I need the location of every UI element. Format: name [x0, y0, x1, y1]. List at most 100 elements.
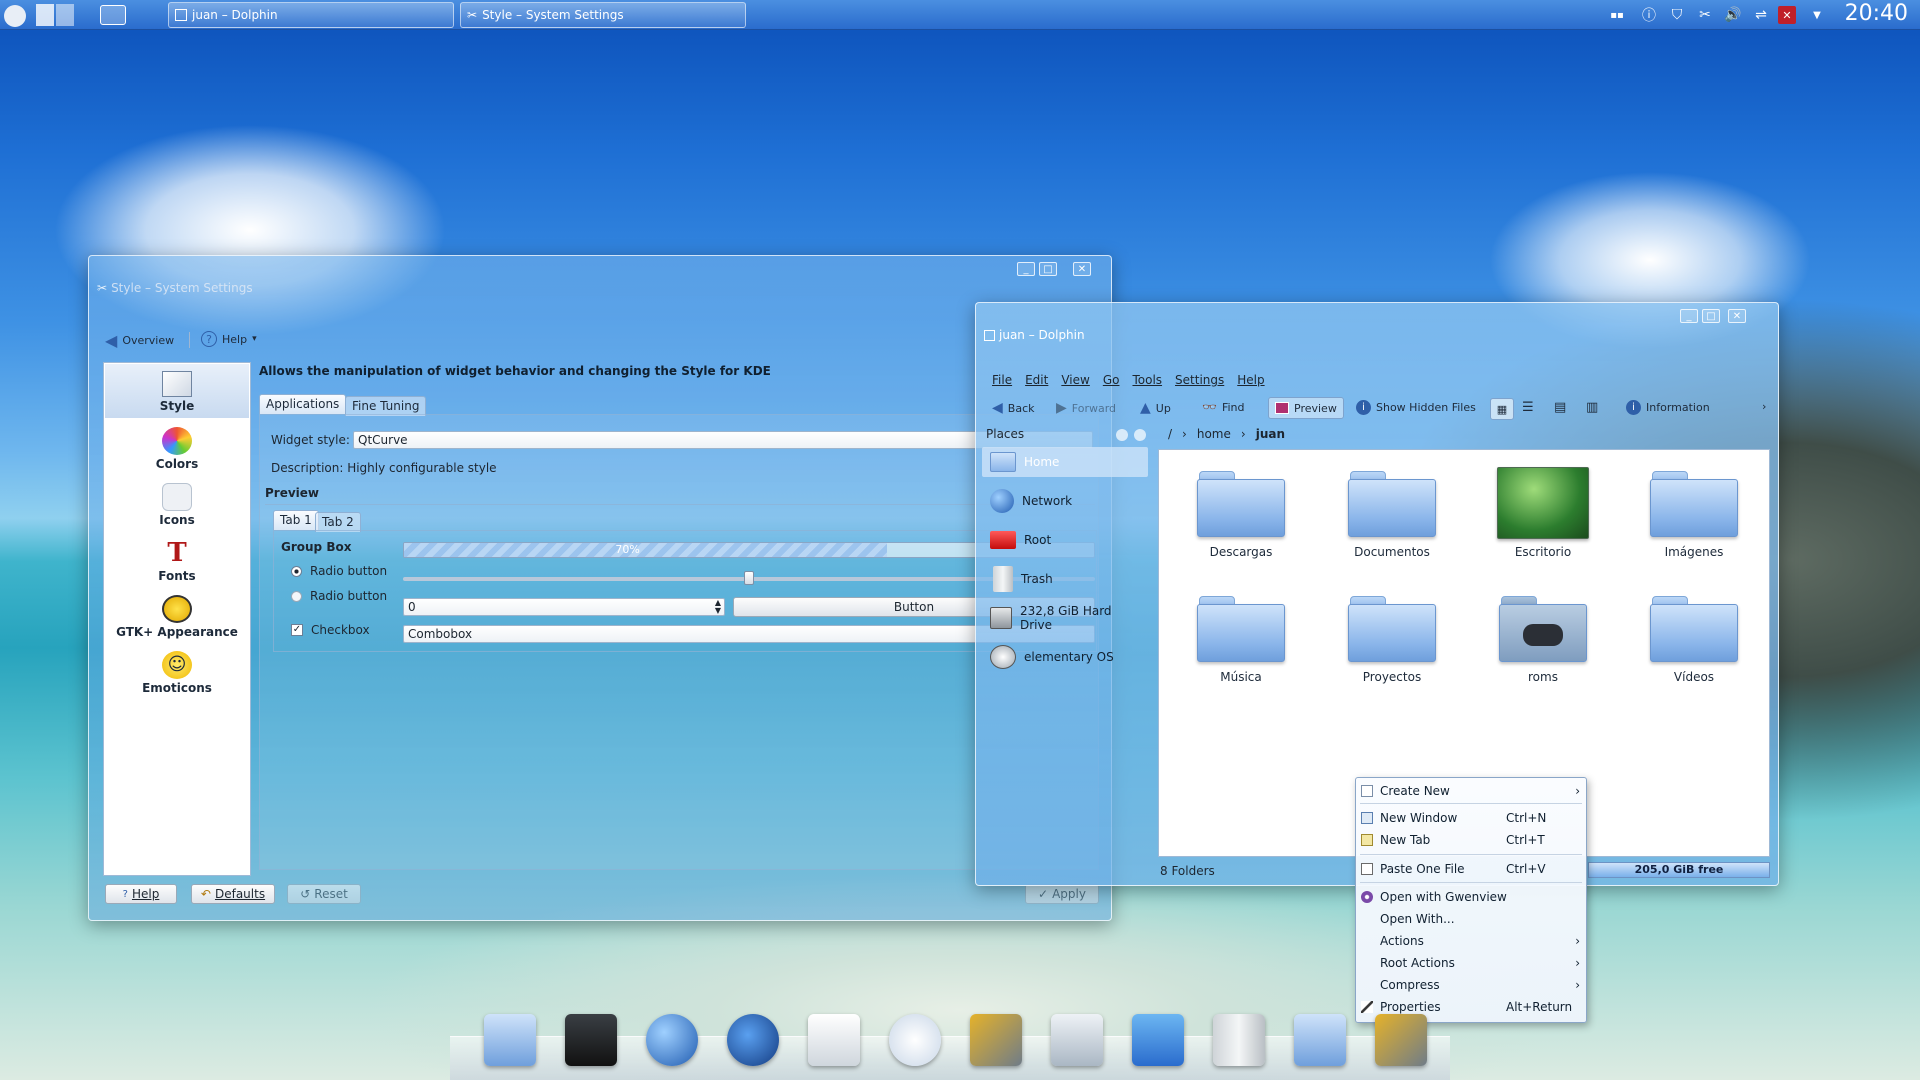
- trash-icon[interactable]: [1207, 1008, 1271, 1072]
- folder-descargas[interactable]: Descargas: [1176, 467, 1306, 559]
- help-menu-button[interactable]: ? Help ▾: [201, 331, 257, 347]
- menu-help[interactable]: Help: [1237, 373, 1264, 387]
- category-gtk[interactable]: GTK+ Appearance: [104, 595, 250, 639]
- preview-toggle-button[interactable]: Preview: [1268, 397, 1344, 419]
- dolphin-maximize-button[interactable]: □: [1702, 309, 1720, 323]
- show-hidden-button[interactable]: i Show Hidden Files: [1356, 400, 1476, 415]
- tab-applications[interactable]: Applications: [259, 394, 347, 414]
- view-compact-button[interactable]: ☰: [1522, 400, 1534, 415]
- view-details-button[interactable]: ▤: [1554, 400, 1566, 415]
- back-button[interactable]: ◀ Back: [992, 400, 1035, 416]
- find-button[interactable]: 👓 Find: [1202, 400, 1245, 414]
- places-float-icon[interactable]: [1116, 429, 1128, 441]
- menu-new-window[interactable]: New Window Ctrl+N: [1356, 809, 1586, 827]
- help-button[interactable]: ? Help: [105, 884, 177, 904]
- klipper-icon[interactable]: ✂: [1696, 6, 1714, 24]
- dolphin-close-button[interactable]: ✕: [1728, 309, 1746, 323]
- up-button[interactable]: ▲ Up: [1140, 400, 1171, 416]
- usb-icon[interactable]: ⇌: [1752, 6, 1770, 24]
- place-home[interactable]: Home: [990, 447, 1126, 477]
- breadcrumb-root[interactable]: /: [1168, 427, 1172, 441]
- kde-eagle-icon[interactable]: [721, 1008, 785, 1072]
- category-fonts[interactable]: T Fonts: [104, 539, 250, 583]
- breadcrumb-home[interactable]: home: [1197, 427, 1231, 441]
- menu-paste[interactable]: Paste One File Ctrl+V: [1356, 860, 1586, 878]
- place-hard-drive[interactable]: 232,8 GiB Hard Drive: [990, 603, 1126, 633]
- file-cabinet-icon[interactable]: [1288, 1008, 1352, 1072]
- task-settings[interactable]: ✂ Style – System Settings: [460, 2, 746, 28]
- settings-tools-icon[interactable]: [1369, 1008, 1433, 1072]
- spinbox[interactable]: 0 ▲ ▼: [403, 598, 725, 616]
- menu-tools[interactable]: Tools: [1132, 373, 1162, 387]
- minimize-button[interactable]: _: [1017, 262, 1035, 276]
- menu-root-actions[interactable]: Root Actions ›: [1356, 954, 1586, 972]
- cursor-icon[interactable]: [1126, 1008, 1190, 1072]
- clock[interactable]: 20:40: [1845, 1, 1908, 26]
- folder-proyectos[interactable]: Proyectos: [1327, 592, 1457, 684]
- terminal-icon[interactable]: [559, 1008, 623, 1072]
- menu-open-with[interactable]: Open With...: [1356, 910, 1586, 928]
- menu-settings[interactable]: Settings: [1175, 373, 1224, 387]
- home-folder-icon[interactable]: [478, 1008, 542, 1072]
- place-trash[interactable]: Trash: [990, 564, 1126, 594]
- kde-menu-icon[interactable]: [4, 5, 26, 27]
- power-icon[interactable]: ✕: [1778, 6, 1796, 24]
- system-tools-icon[interactable]: [964, 1008, 1028, 1072]
- window-settings-icon[interactable]: [1045, 1008, 1109, 1072]
- tray-expand-icon[interactable]: ▼: [1808, 6, 1826, 24]
- category-icons[interactable]: Icons: [104, 483, 250, 527]
- menu-go[interactable]: Go: [1103, 373, 1120, 387]
- rekonq-icon[interactable]: [883, 1008, 947, 1072]
- preview-tab-2[interactable]: Tab 2: [315, 512, 361, 532]
- shield-icon[interactable]: ⛉: [1668, 6, 1686, 24]
- place-elementary[interactable]: elementary OS: [990, 642, 1126, 672]
- network-monitor-icon[interactable]: ▪▪: [1608, 6, 1626, 24]
- overview-button[interactable]: ◀ Overview: [105, 331, 174, 350]
- text-editor-icon[interactable]: [802, 1008, 866, 1072]
- radio-button-2[interactable]: Radio button: [291, 589, 387, 603]
- radio-button-1[interactable]: Radio button: [291, 564, 387, 578]
- menu-actions[interactable]: Actions ›: [1356, 932, 1586, 950]
- folder-documentos[interactable]: Documentos: [1327, 467, 1457, 559]
- place-network[interactable]: Network: [990, 486, 1126, 516]
- folder-videos[interactable]: Vídeos: [1629, 592, 1759, 684]
- places-close-icon[interactable]: [1134, 429, 1146, 441]
- globe-icon[interactable]: [640, 1008, 704, 1072]
- slider-handle[interactable]: [744, 571, 754, 585]
- view-columns-button[interactable]: ▥: [1586, 400, 1598, 415]
- home-icon[interactable]: [100, 5, 126, 25]
- apply-button[interactable]: ✓ Apply: [1025, 884, 1099, 904]
- preview-tab-1[interactable]: Tab 1: [273, 510, 319, 530]
- dolphin-minimize-button[interactable]: _: [1680, 309, 1698, 323]
- maximize-button[interactable]: □: [1039, 262, 1057, 276]
- info-icon[interactable]: ⓘ: [1640, 6, 1658, 24]
- menu-view[interactable]: View: [1061, 373, 1089, 387]
- breadcrumb-juan[interactable]: juan: [1256, 427, 1285, 441]
- menu-open-gwenview[interactable]: Open with Gwenview: [1356, 888, 1586, 906]
- information-button[interactable]: i Information: [1626, 400, 1710, 415]
- defaults-button[interactable]: ↶ Defaults: [191, 884, 275, 904]
- task-dolphin[interactable]: juan – Dolphin: [168, 2, 454, 28]
- folder-roms[interactable]: roms: [1478, 592, 1608, 684]
- spinbox-arrows-icon[interactable]: ▲ ▼: [715, 599, 721, 615]
- category-style[interactable]: Style: [104, 371, 250, 413]
- menu-file[interactable]: File: [992, 373, 1012, 387]
- checkbox[interactable]: ✓ Checkbox: [291, 623, 370, 637]
- folder-escritorio[interactable]: Escritorio: [1478, 467, 1608, 559]
- folder-musica[interactable]: Música: [1176, 592, 1306, 684]
- place-root[interactable]: Root: [990, 525, 1126, 555]
- menu-create-new[interactable]: Create New ›: [1356, 782, 1586, 800]
- category-colors[interactable]: Colors: [104, 427, 250, 471]
- view-icons-button[interactable]: ▦: [1490, 398, 1514, 420]
- forward-button[interactable]: ▶ Forward: [1056, 400, 1116, 416]
- tab-fine-tuning[interactable]: Fine Tuning: [345, 396, 427, 416]
- reset-button[interactable]: ↺ Reset: [287, 884, 361, 904]
- category-emoticons[interactable]: ☺ Emoticons: [104, 651, 250, 695]
- folder-imagenes[interactable]: Imágenes: [1629, 467, 1759, 559]
- menu-new-tab[interactable]: New Tab Ctrl+T: [1356, 831, 1586, 849]
- toolbar-overflow-button[interactable]: ›: [1762, 400, 1766, 413]
- menu-edit[interactable]: Edit: [1025, 373, 1048, 387]
- menu-compress[interactable]: Compress ›: [1356, 976, 1586, 994]
- close-button[interactable]: ✕: [1073, 262, 1091, 276]
- pager-icon[interactable]: [36, 4, 74, 26]
